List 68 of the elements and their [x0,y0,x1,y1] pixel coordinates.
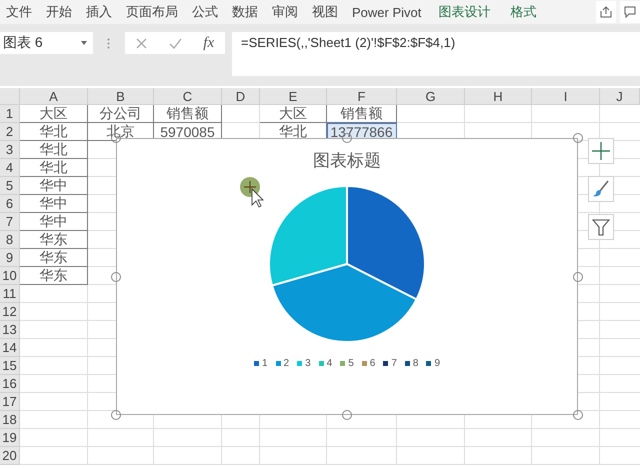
row-header[interactable]: 3 [0,141,20,159]
column-header[interactable]: H [465,88,532,105]
row-header[interactable]: 13 [0,321,20,339]
table-cell: 华北 [20,123,88,141]
table-cell: 华中 [20,177,88,195]
column-header[interactable]: B [88,88,154,105]
row-header[interactable]: 4 [0,159,20,177]
row-header[interactable]: 6 [0,195,20,213]
row-header[interactable]: 12 [0,303,20,321]
row-header[interactable]: 19 [0,429,20,447]
chart-title: 图表标题 [313,150,381,172]
table-cell: 分公司 [88,105,154,123]
column-header[interactable]: E [260,88,327,105]
ribbon-tab[interactable]: 开始 [39,3,79,21]
row-header[interactable]: 9 [0,249,20,267]
ribbon-tab[interactable]: 文件 [0,3,39,21]
column-header[interactable]: I [532,88,600,105]
row-header[interactable]: 1 [0,105,20,123]
legend-label: 2 [284,358,290,369]
table-cell: 华东 [20,231,88,249]
table-cell: 华中 [20,213,88,231]
ribbon-tab[interactable]: 公式 [185,3,225,21]
ribbon-tab[interactable]: 插入 [79,3,119,21]
legend-label: 3 [305,358,311,369]
table-cell: 华北 [20,141,88,159]
row-header[interactable]: 20 [0,447,20,465]
chart-area[interactable]: 图表标题 1 2 3 4 5 6 7 8 9 [116,138,578,415]
table-cell: 大区 [20,105,88,123]
legend-label: 1 [262,358,268,369]
column-header[interactable]: C [154,88,222,105]
row-header[interactable]: 17 [0,393,20,411]
row-header[interactable]: 16 [0,375,20,393]
row-header[interactable]: 15 [0,357,20,375]
legend-label: 8 [412,358,418,369]
ribbon-tab[interactable]: 页面布局 [119,3,185,21]
column-header[interactable]: J [600,88,640,105]
row-header[interactable]: 11 [0,285,20,303]
table-cell: 销售额 [154,105,222,123]
table-cell: 华北 [20,159,88,177]
ribbon-tab[interactable]: 审阅 [265,3,305,21]
column-header[interactable]: D [222,88,260,105]
ribbon-tab[interactable]: 视图 [305,3,345,21]
table-cell: 大区 [260,105,327,123]
table-cell: 华东 [20,267,88,285]
column-header[interactable]: G [397,88,465,105]
legend-label: 4 [326,358,332,369]
name-box[interactable]: 图表 6 [0,32,93,54]
legend-label: 5 [348,358,354,369]
column-header[interactable]: A [20,88,88,105]
legend-label: 7 [391,358,397,369]
insert-function-button[interactable]: fx [203,34,214,52]
row-header[interactable]: 10 [0,267,20,285]
column-header[interactable]: F [327,88,397,105]
formula-field[interactable]: =SERIES(,,'Sheet1 (2)'!$F$2:$F$4,1) [232,32,640,76]
row-header[interactable]: 8 [0,231,20,249]
legend-label: 6 [370,358,376,369]
legend-label: 9 [434,358,440,369]
row-header[interactable]: 18 [0,411,20,429]
table-cell: 华东 [20,249,88,267]
row-header[interactable]: 5 [0,177,20,195]
row-header[interactable]: 14 [0,339,20,357]
row-header[interactable]: 7 [0,213,20,231]
ribbon-tab[interactable]: 数据 [225,3,265,21]
ribbon-tab[interactable]: Power Pivot [345,4,428,20]
row-header[interactable]: 2 [0,123,20,141]
ribbon-tab[interactable]: 格式 [500,3,546,21]
ribbon-tab[interactable]: 图表设计 [428,3,500,21]
table-cell: 华中 [20,195,88,213]
